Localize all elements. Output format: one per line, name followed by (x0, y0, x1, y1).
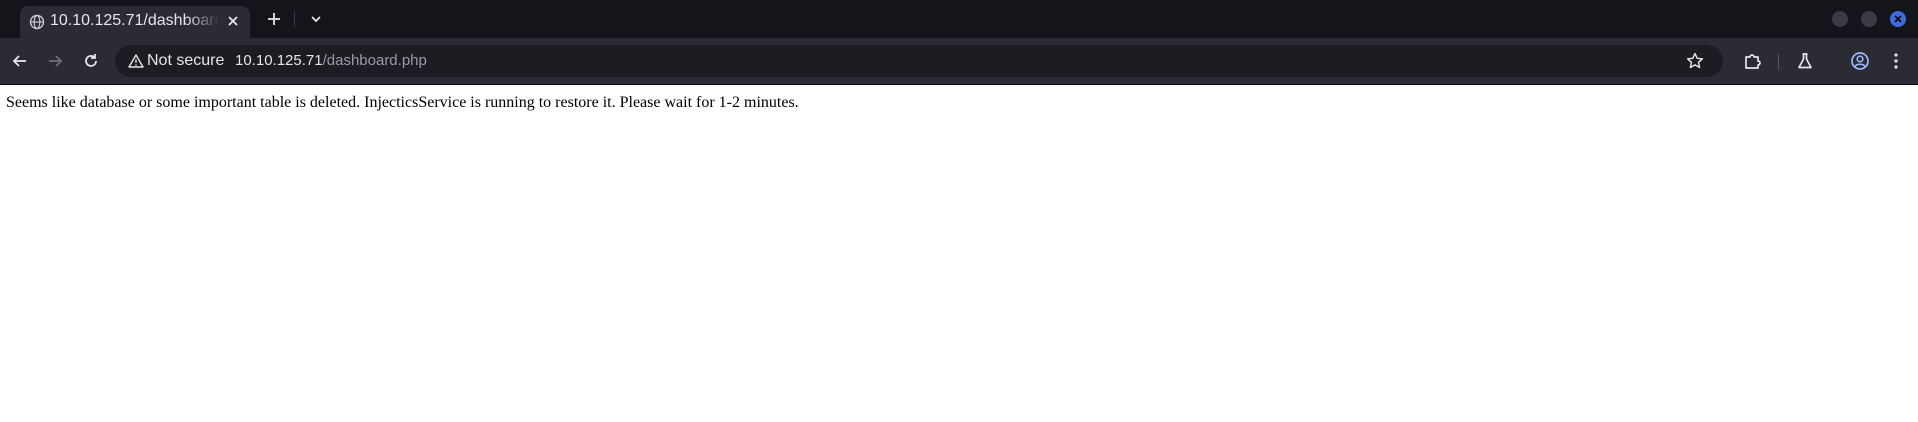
tab-active[interactable]: 10.10.125.71/dashboard.php (20, 6, 250, 38)
globe-icon (29, 14, 45, 30)
close-window-button[interactable] (1890, 11, 1906, 27)
tab-search-chevron-down-icon[interactable] (305, 8, 327, 30)
bookmark-star-icon[interactable] (1685, 51, 1705, 71)
back-arrow-icon[interactable] (8, 49, 32, 73)
url-text[interactable]: 10.10.125.71/dashboard.php (235, 52, 427, 70)
address-bar[interactable]: Not secure 10.10.125.71/dashboard.php (115, 45, 1723, 77)
minimize-window-button[interactable] (1832, 11, 1848, 27)
security-status-label[interactable]: Not secure (147, 52, 224, 70)
labs-flask-icon[interactable] (1793, 49, 1817, 73)
page-message: Seems like database or some important ta… (6, 94, 799, 111)
more-menu-kebab-icon[interactable] (1884, 49, 1908, 73)
tabbar-divider (294, 11, 295, 27)
warning-triangle-icon[interactable] (128, 53, 144, 69)
reload-icon[interactable] (79, 49, 103, 73)
tab-title: 10.10.125.71/dashboard.php (50, 12, 220, 29)
url-path: /dashboard.php (322, 52, 427, 69)
new-tab-plus-icon[interactable] (263, 8, 285, 30)
extensions-puzzle-icon[interactable] (1741, 49, 1765, 73)
browser-toolbar: Not secure 10.10.125.71/dashboard.php (0, 38, 1918, 85)
profile-avatar-icon[interactable] (1848, 49, 1872, 73)
tab-strip: 10.10.125.71/dashboard.php (0, 0, 1918, 38)
forward-arrow-icon[interactable] (43, 49, 67, 73)
toolbar-divider (1778, 54, 1779, 70)
close-tab-icon[interactable] (224, 12, 242, 30)
url-host: 10.10.125.71 (235, 52, 323, 69)
maximize-window-button[interactable] (1861, 11, 1877, 27)
